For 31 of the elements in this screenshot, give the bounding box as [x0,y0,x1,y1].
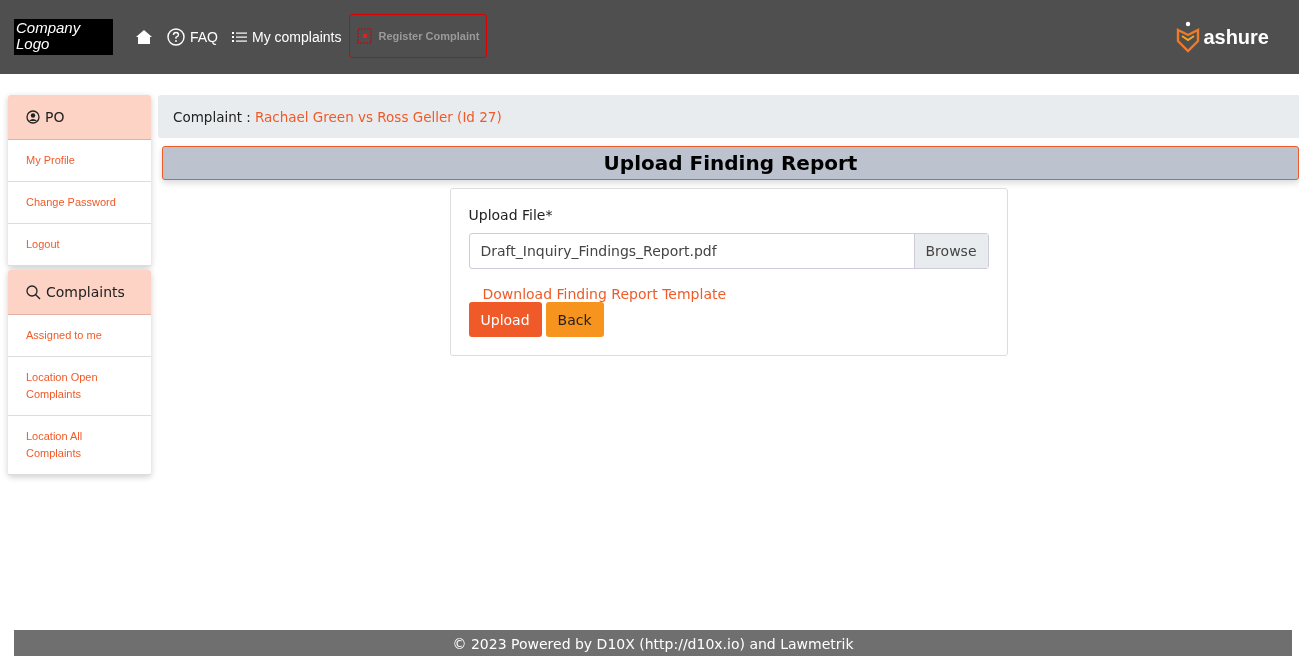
breadcrumb-label: Complaint : [173,108,251,125]
complaint-link[interactable]: Rachael Green vs Ross Geller (Id 27) [254,108,502,125]
faq-link[interactable]: FAQ [167,28,218,46]
home-icon [135,29,153,45]
search-icon [26,284,41,300]
footer: © 2023 Powered by D10X (http://d10x.io) and Lawmetrik [14,630,1292,656]
browse-button[interactable]: Browse [913,234,988,268]
shield-icon [1176,21,1201,53]
sidebar-link[interactable]: Logout [8,224,151,266]
file-input-field[interactable]: Draft_Inquiry_Findings_Report.pdf Browse [468,233,989,269]
list-icon [232,31,247,43]
sidebar-link[interactable]: Location All Complaints [8,416,151,475]
broken-image-icon [357,28,374,44]
sidebar-link[interactable]: Change Password [8,182,151,224]
field-label: Upload File* [468,207,554,223]
my-complaints-link[interactable]: My complaints [232,29,342,45]
sidebar-title: Complaints [46,284,125,300]
sidebar-link[interactable]: Location Open Complaints [8,357,151,416]
sidebar-link[interactable]: My Profile [8,140,151,182]
back-button[interactable]: Back [545,302,604,337]
sidebar-title: PO [45,109,65,125]
download-template-link[interactable]: Download Finding Report Template [482,286,989,302]
register-complaint-link[interactable]: Register Complaint [349,14,488,58]
home-link[interactable] [135,29,153,45]
company-logo[interactable]: Company Logo [14,19,113,55]
brand-logo: ashure [1176,21,1269,53]
upload-button[interactable]: Upload [468,302,542,337]
page-title: Upload Finding Report [162,146,1299,180]
sidebar-link[interactable]: Assigned to me [8,315,151,357]
user-icon [26,110,40,124]
question-icon [167,28,185,46]
